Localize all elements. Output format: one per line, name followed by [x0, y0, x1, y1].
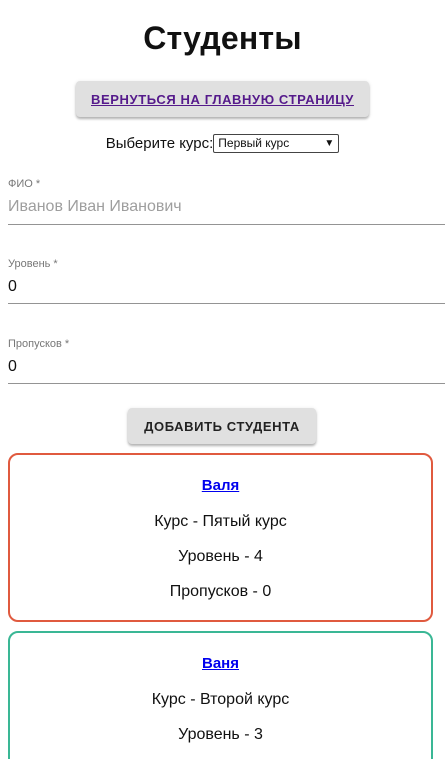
add-student-button[interactable]: ДОБАВИТЬ СТУДЕНТА: [128, 408, 316, 444]
level-input[interactable]: 0: [8, 278, 445, 298]
absences-field[interactable]: Пропусков * 0: [8, 338, 445, 384]
student-level: Уровень - 3: [178, 726, 263, 743]
course-select[interactable]: Первый курс ▼: [213, 134, 340, 153]
page-title: Студенты: [143, 20, 302, 56]
home-button[interactable]: ВЕРНУТЬСЯ НА ГЛАВНУЮ СТРАНИЦУ: [76, 81, 369, 117]
course-select-value: Первый курс: [218, 136, 290, 150]
home-link[interactable]: ВЕРНУТЬСЯ НА ГЛАВНУЮ СТРАНИЦУ: [91, 92, 354, 107]
course-select-label: Выберите курс:: [105, 135, 214, 152]
student-card: Валя Курс - Пятый курс Уровень - 4 Пропу…: [8, 453, 433, 622]
student-level: Уровень - 4: [178, 548, 263, 565]
absences-underline: [8, 383, 445, 384]
absences-label: Пропусков *: [8, 338, 70, 350]
student-course: Курс - Пятый курс: [154, 513, 287, 530]
student-absences: Пропусков - 0: [169, 583, 272, 600]
fio-input[interactable]: Иванов Иван Иванович: [8, 198, 445, 218]
fio-underline: [8, 224, 445, 225]
student-course: Курс - Второй курс: [151, 691, 290, 708]
course-select-row: Выберите курс: Первый курс ▼: [0, 134, 445, 153]
student-name-link[interactable]: Валя: [10, 477, 431, 494]
students-page: Студенты ВЕРНУТЬСЯ НА ГЛАВНУЮ СТРАНИЦУ В…: [0, 0, 445, 759]
student-card: Ваня Курс - Второй курс Уровень - 3: [8, 631, 433, 759]
level-field[interactable]: Уровень * 0: [8, 258, 445, 304]
fio-label: ФИО *: [8, 178, 41, 190]
absences-input[interactable]: 0: [8, 358, 445, 378]
fio-field[interactable]: ФИО * Иванов Иван Иванович: [8, 178, 445, 225]
student-name-link[interactable]: Ваня: [10, 655, 431, 672]
dropdown-arrow-icon: ▼: [324, 138, 335, 149]
level-underline: [8, 303, 445, 304]
level-label: Уровень *: [8, 258, 58, 270]
